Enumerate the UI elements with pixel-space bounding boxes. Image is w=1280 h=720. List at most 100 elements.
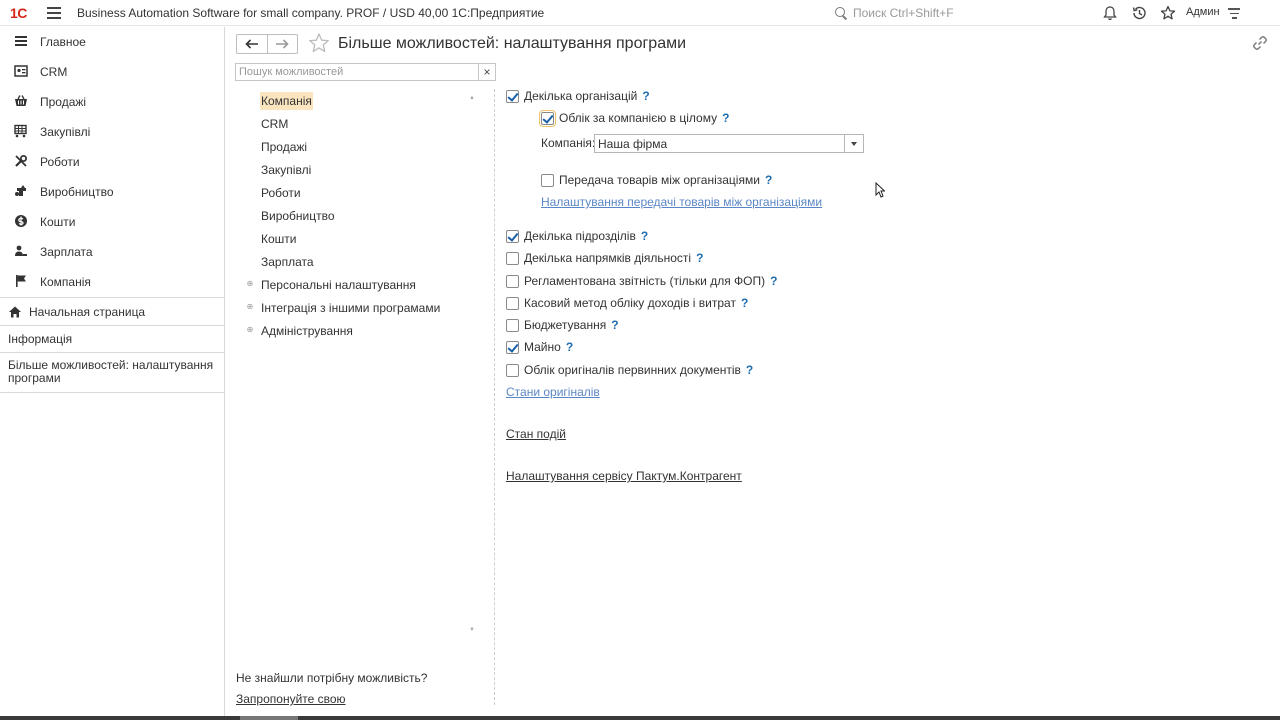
chevron-down-icon[interactable]: [844, 135, 863, 152]
sidebar-item-label: Кошти: [40, 215, 76, 229]
propose-feature-link[interactable]: Запропонуйте свою: [236, 692, 346, 706]
sidebar-item-label: Зарплата: [40, 245, 93, 259]
company-accounting-checkbox[interactable]: [539, 109, 556, 127]
divisions-checkbox[interactable]: [506, 229, 519, 243]
option-regulated-reporting[interactable]: Регламентована звітність (тільки для ФОП…: [506, 273, 777, 289]
main-menu-icon[interactable]: [47, 7, 61, 19]
option-property[interactable]: Майно ?: [506, 339, 573, 355]
money-icon: [13, 214, 29, 230]
sidebar-item-company[interactable]: Компанія: [0, 267, 224, 297]
tree-item-label: Персональні налаштування: [261, 277, 416, 292]
sidebar-item-purchases[interactable]: Закупівлі: [0, 117, 224, 147]
bell-icon[interactable]: [1102, 5, 1118, 21]
tree-item-label: CRM: [261, 116, 289, 131]
open-window-label: Більше можливостей: налаштування програм…: [8, 358, 214, 385]
tree-item-purchases[interactable]: Закупівлі: [236, 158, 486, 181]
sidebar-item-sales[interactable]: Продажі: [0, 87, 224, 117]
help-icon[interactable]: ?: [746, 363, 753, 377]
option-label: Декілька підрозділів: [524, 229, 636, 243]
tree-scroll-down-icon[interactable]: ▼: [469, 627, 475, 633]
help-icon[interactable]: ?: [722, 111, 729, 125]
option-cash-method[interactable]: Касовий метод обліку доходів і витрат ?: [506, 295, 748, 311]
tree-item-salary[interactable]: Зарплата: [236, 250, 486, 273]
search-icon: [834, 6, 848, 20]
mouse-cursor-icon: [875, 182, 885, 198]
option-transfer-goods[interactable]: Передача товарів між організаціями ?: [541, 172, 772, 188]
originals-checkbox[interactable]: [506, 363, 519, 377]
originals-states-link[interactable]: Стани оригіналів: [506, 385, 600, 399]
tree-scroll-up-icon[interactable]: ▲: [469, 95, 475, 101]
tree-item-label: Адміністрування: [261, 323, 353, 338]
sidebar-item-label: Продажі: [40, 95, 87, 109]
budgeting-checkbox[interactable]: [506, 318, 519, 332]
tree-item-label: Кошти: [261, 231, 297, 246]
help-icon[interactable]: ?: [765, 173, 772, 187]
help-icon[interactable]: ?: [566, 340, 573, 354]
top-bar: 1C Business Automation Software for smal…: [0, 0, 1280, 26]
activity-directions-checkbox[interactable]: [506, 251, 519, 265]
sidebar-item-works[interactable]: Роботи: [0, 147, 224, 177]
sidebar-item-production[interactable]: Виробництво: [0, 177, 224, 207]
clear-search-button[interactable]: ×: [478, 63, 496, 81]
history-nav: [236, 34, 298, 54]
info-item[interactable]: Інформація: [0, 325, 224, 352]
option-multi-org[interactable]: Декілька організацій ?: [506, 88, 650, 104]
cash-method-checkbox[interactable]: [506, 296, 519, 310]
factory-icon: [13, 184, 29, 200]
app-title: Business Automation Software for small c…: [77, 6, 545, 20]
option-budgeting[interactable]: Бюджетування ?: [506, 317, 619, 333]
option-company-accounting[interactable]: Облік за компанією в цілому ?: [539, 109, 729, 127]
option-activity-directions[interactable]: Декілька напрямків діяльності ?: [506, 250, 703, 266]
tree-item-sales[interactable]: Продажі: [236, 135, 486, 158]
company-select[interactable]: Наша фірма: [594, 134, 864, 153]
sidebar-item-crm[interactable]: CRM: [0, 57, 224, 87]
forward-button[interactable]: [266, 35, 297, 53]
expand-icon[interactable]: ⊕: [246, 303, 254, 311]
sidebar-item-main[interactable]: Главное: [0, 27, 224, 57]
events-state-link[interactable]: Стан подій: [506, 427, 566, 441]
sidebar-item-label: Роботи: [40, 155, 80, 169]
feature-search-input[interactable]: Пошук можливостей: [235, 63, 479, 81]
tree-item-integration[interactable]: ⊕ Інтеграція з іншими програмами: [236, 296, 486, 319]
help-icon[interactable]: ?: [642, 89, 649, 103]
option-label: Передача товарів між організаціями: [559, 173, 760, 187]
global-search[interactable]: Поиск Ctrl+Shift+F: [834, 5, 1092, 21]
option-divisions[interactable]: Декілька підрозділів ?: [506, 228, 648, 244]
help-icon[interactable]: ?: [696, 251, 703, 265]
settings-menu-icon[interactable]: [1228, 8, 1240, 22]
sidebar-item-salary[interactable]: Зарплата: [0, 237, 224, 267]
user-name[interactable]: Админ: [1186, 6, 1220, 18]
regulated-reporting-checkbox[interactable]: [506, 274, 519, 288]
expand-icon[interactable]: ⊕: [246, 280, 254, 288]
sidebar-item-label: Главное: [40, 35, 86, 49]
option-originals[interactable]: Облік оригіналів первинних документів ?: [506, 362, 753, 378]
transfer-settings-link[interactable]: Налаштування передачі товарів між органі…: [541, 195, 822, 209]
tree-item-personal-settings[interactable]: ⊕ Персональні налаштування: [236, 273, 486, 296]
option-label: Майно: [524, 340, 561, 354]
sidebar-item-money[interactable]: Кошти: [0, 207, 224, 237]
transfer-goods-checkbox[interactable]: [541, 173, 554, 187]
home-page-item[interactable]: Начальная страница: [0, 297, 224, 325]
help-icon[interactable]: ?: [641, 229, 648, 243]
tree-item-crm[interactable]: CRM: [236, 112, 486, 135]
tree-item-money[interactable]: Кошти: [236, 227, 486, 250]
panel-splitter[interactable]: [494, 89, 495, 705]
tree-item-company[interactable]: Компанія: [236, 89, 486, 112]
favorites-star-icon[interactable]: [1160, 5, 1176, 21]
paktum-settings-link[interactable]: Налаштування сервісу Пактум.Контрагент: [506, 469, 742, 483]
help-icon[interactable]: ?: [741, 296, 748, 310]
open-window-tab[interactable]: Більше можливостей: налаштування програм…: [0, 352, 224, 393]
tree-item-production[interactable]: Виробництво: [236, 204, 486, 227]
property-checkbox[interactable]: [506, 340, 519, 354]
tree-item-administration[interactable]: ⊕ Адміністрування: [236, 319, 486, 342]
link-icon[interactable]: [1252, 35, 1268, 51]
back-button[interactable]: [237, 35, 267, 53]
expand-icon[interactable]: ⊕: [246, 326, 254, 334]
option-label: Декілька напрямків діяльності: [524, 251, 692, 265]
help-icon[interactable]: ?: [770, 274, 777, 288]
tree-item-works[interactable]: Роботи: [236, 181, 486, 204]
multi-org-checkbox[interactable]: [506, 89, 519, 103]
history-icon[interactable]: [1131, 5, 1147, 21]
add-to-favorites-star-icon[interactable]: [308, 32, 330, 54]
help-icon[interactable]: ?: [611, 318, 618, 332]
